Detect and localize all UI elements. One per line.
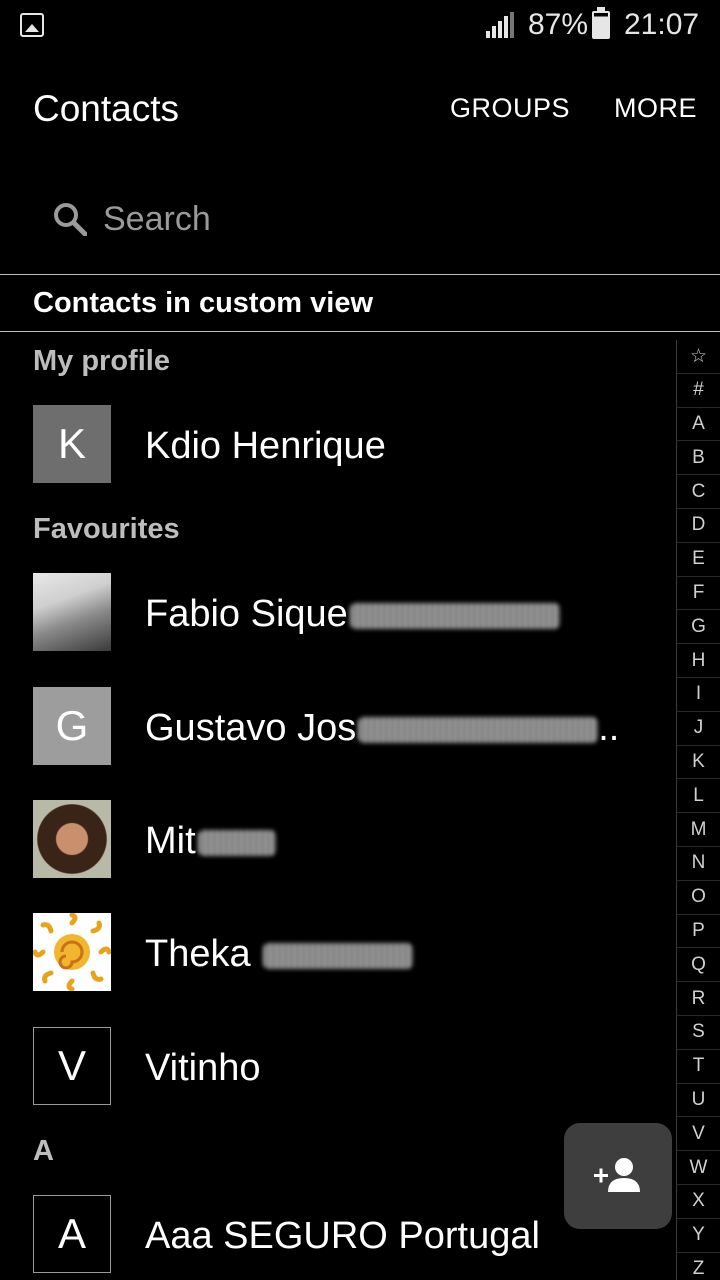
index-letter[interactable]: Z [677, 1253, 720, 1280]
contact-name: Theka [145, 933, 251, 975]
avatar-initial: K [57, 420, 86, 467]
list-item[interactable]: Mit [0, 790, 670, 890]
redacted-text [197, 829, 276, 856]
index-letter[interactable]: R [677, 982, 720, 1016]
index-letter[interactable]: N [677, 847, 720, 881]
list-item[interactable]: Fabio Sique [0, 563, 670, 663]
avatar-photo [33, 573, 111, 651]
index-letter[interactable]: O [677, 881, 720, 915]
index-letter[interactable]: V [677, 1117, 720, 1152]
image-notification-icon [20, 13, 44, 37]
alphabet-index-scroller[interactable]: ☆ # A B C D E F G H I J K L M N O P Q R S T U V W X Y Z [676, 340, 720, 1280]
index-letter[interactable]: B [677, 441, 720, 476]
index-letter[interactable]: U [677, 1084, 720, 1118]
contact-name: Gustavo Jos [145, 707, 357, 749]
more-button[interactable]: MORE [614, 93, 697, 124]
index-letter[interactable]: Q [677, 948, 720, 983]
index-letter[interactable]: S [677, 1016, 720, 1050]
redacted-text [349, 602, 560, 629]
avatar-initial: G [55, 702, 89, 749]
index-letter[interactable]: M [677, 813, 720, 847]
search-input[interactable] [103, 196, 663, 242]
index-letter[interactable]: Y [677, 1219, 720, 1253]
avatar-photo [33, 800, 111, 878]
contact-name: Fabio Sique [145, 593, 348, 635]
section-header-my-profile: My profile [33, 345, 170, 377]
index-letter[interactable]: I [677, 678, 720, 712]
index-letter[interactable]: T [677, 1050, 720, 1084]
status-bar: 87% 21:07 [0, 0, 720, 50]
section-header-a: A [33, 1135, 54, 1167]
add-contact-button[interactable] [564, 1123, 672, 1229]
index-letter[interactable]: # [677, 374, 720, 408]
index-letter[interactable]: E [677, 543, 720, 577]
battery-percent: 87% [528, 8, 589, 41]
index-letter[interactable]: L [677, 779, 720, 814]
index-letter[interactable]: X [677, 1185, 720, 1219]
index-letter[interactable]: P [677, 915, 720, 949]
index-letter[interactable]: A [677, 408, 720, 442]
index-letter[interactable]: D [677, 509, 720, 543]
battery-icon [592, 7, 610, 39]
avatar-initial: A [57, 1210, 86, 1257]
redacted-text [358, 716, 599, 743]
contact-name: Kdio Henrique [145, 425, 386, 467]
contact-name: Mit [145, 820, 196, 862]
index-letter[interactable]: G [677, 610, 720, 645]
divider [0, 331, 720, 332]
index-letter[interactable]: C [677, 475, 720, 509]
ellipsis: .. [598, 707, 620, 749]
divider [0, 274, 720, 275]
custom-view-label[interactable]: Contacts in custom view [33, 287, 373, 320]
avatar: A [33, 1195, 111, 1273]
avatar-initial: V [57, 1042, 86, 1089]
index-letter[interactable]: K [677, 746, 720, 780]
avatar-photo [33, 913, 111, 991]
add-person-icon [594, 1158, 640, 1192]
redacted-text [263, 942, 414, 969]
avatar: G [33, 687, 111, 765]
profile-row[interactable]: K Kdio Henrique [0, 395, 670, 495]
avatar: K [33, 405, 111, 483]
list-item[interactable]: Theka [0, 903, 670, 1003]
avatar: V [33, 1027, 111, 1105]
section-header-favourites: Favourites [33, 513, 180, 545]
search-icon [54, 203, 87, 236]
list-item[interactable]: V Vitinho [0, 1017, 670, 1117]
contact-name: Vitinho [145, 1047, 261, 1089]
list-item[interactable]: G Gustavo Jos.. [0, 677, 670, 777]
app-bar: Contacts GROUPS MORE [0, 50, 720, 165]
contact-name: Aaa SEGURO Portugal [145, 1215, 540, 1257]
sun-icon [33, 913, 111, 991]
signal-icon [486, 12, 514, 38]
page-title: Contacts [33, 88, 180, 129]
groups-button[interactable]: GROUPS [450, 93, 570, 124]
index-letter[interactable]: W [677, 1151, 720, 1185]
index-letter[interactable]: F [677, 577, 720, 611]
index-letter[interactable]: J [677, 712, 720, 746]
clock: 21:07 [624, 8, 700, 41]
search-bar[interactable] [33, 180, 683, 260]
index-letter[interactable]: ☆ [677, 340, 720, 374]
index-letter[interactable]: H [677, 644, 720, 678]
